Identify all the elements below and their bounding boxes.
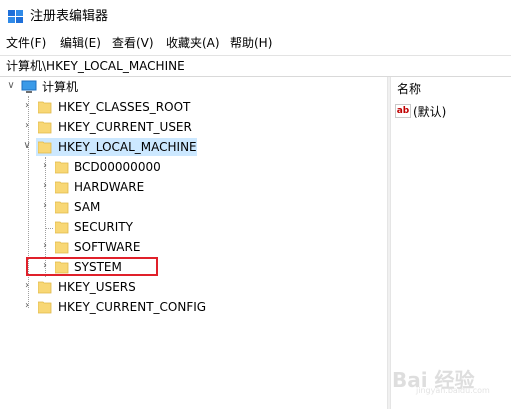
tree-node-security[interactable]: SECURITY <box>0 217 220 237</box>
tree-node-hkey-users[interactable]: › HKEY_USERS <box>0 277 220 297</box>
tree-node-label: 计算机 <box>42 80 79 94</box>
chevron-right-icon[interactable]: › <box>40 161 50 171</box>
tree-node-label: SECURITY <box>74 220 133 234</box>
tree-node-sam[interactable]: › SAM <box>0 197 220 217</box>
regedit-app-icon <box>8 10 23 23</box>
column-header-name[interactable]: 名称 <box>397 81 421 97</box>
menu-file[interactable]: 文件(F) <box>6 35 46 51</box>
ab-string-icon: ab <box>395 104 411 118</box>
tree-node-software[interactable]: › SOFTWARE <box>0 237 220 257</box>
computer-icon <box>21 80 37 93</box>
folder-icon <box>55 201 69 214</box>
tree-node-label: HKEY_USERS <box>58 280 136 294</box>
address-bar[interactable]: 计算机\HKEY_LOCAL_MACHINE <box>0 55 511 77</box>
menu-favorites[interactable]: 收藏夹(A) <box>166 35 220 51</box>
title-bar: 注册表编辑器 <box>0 0 511 32</box>
chevron-right-icon[interactable]: › <box>40 241 50 251</box>
baidu-watermark-logo: Bai 经验 jingyan.baidu.com <box>392 360 504 395</box>
chevron-right-icon[interactable]: › <box>22 301 32 311</box>
folder-icon <box>38 281 52 294</box>
watermark-subtext: jingyan.baidu.com <box>416 386 490 395</box>
tree-node-label: SAM <box>74 200 101 214</box>
address-path[interactable]: 计算机\HKEY_LOCAL_MACHINE <box>6 58 185 74</box>
value-name: (默认) <box>413 105 447 119</box>
folder-icon <box>55 241 69 254</box>
tree-node-label: BCD00000000 <box>74 160 161 174</box>
folder-icon <box>55 181 69 194</box>
tree-pane[interactable]: ∨ 计算机 › HKEY_CLASSES_ROOT › HKEY_CURRENT… <box>0 77 387 409</box>
tree-node-label: HARDWARE <box>74 180 145 194</box>
menu-view[interactable]: 查看(V) <box>112 35 154 51</box>
tree-node-bcd00000000[interactable]: › BCD00000000 <box>0 157 220 177</box>
folder-icon <box>55 161 69 174</box>
tree-node-hkey-local-machine[interactable]: ∨ HKEY_LOCAL_MACHINE <box>0 137 220 157</box>
tree-node-label: HKEY_LOCAL_MACHINE <box>58 140 197 154</box>
tree-node-label: HKEY_CURRENT_CONFIG <box>58 300 207 314</box>
chevron-right-icon[interactable]: › <box>22 121 32 131</box>
chevron-right-icon[interactable]: › <box>22 101 32 111</box>
folder-icon <box>55 221 69 234</box>
tree-node-computer[interactable]: ∨ 计算机 <box>0 77 200 97</box>
chevron-down-icon[interactable]: ∨ <box>22 141 32 151</box>
chevron-down-icon[interactable]: ∨ <box>6 81 16 91</box>
menu-edit[interactable]: 编辑(E) <box>60 35 101 51</box>
tree-node-label: HKEY_CLASSES_ROOT <box>58 100 191 114</box>
folder-open-icon <box>38 141 52 154</box>
tree-node-label: SOFTWARE <box>74 240 141 254</box>
chevron-right-icon[interactable]: › <box>40 181 50 191</box>
tree-node-hardware[interactable]: › HARDWARE <box>0 177 220 197</box>
chevron-right-icon[interactable]: › <box>22 281 32 291</box>
menu-bar: 文件(F) 编辑(E) 查看(V) 收藏夹(A) 帮助(H) <box>0 33 511 53</box>
chevron-right-icon[interactable]: › <box>40 201 50 211</box>
annotation-highlight-box <box>26 257 158 276</box>
tree-node-hkey-current-user[interactable]: › HKEY_CURRENT_USER <box>0 117 220 137</box>
folder-icon <box>38 301 52 314</box>
tree-node-hkey-classes-root[interactable]: › HKEY_CLASSES_ROOT <box>0 97 220 117</box>
menu-help[interactable]: 帮助(H) <box>230 35 272 51</box>
folder-icon <box>38 121 52 134</box>
folder-icon <box>38 101 52 114</box>
tree-node-label: HKEY_CURRENT_USER <box>58 120 192 134</box>
tree-node-hkey-current-config[interactable]: › HKEY_CURRENT_CONFIG <box>0 297 220 317</box>
window-title: 注册表编辑器 <box>30 9 109 24</box>
